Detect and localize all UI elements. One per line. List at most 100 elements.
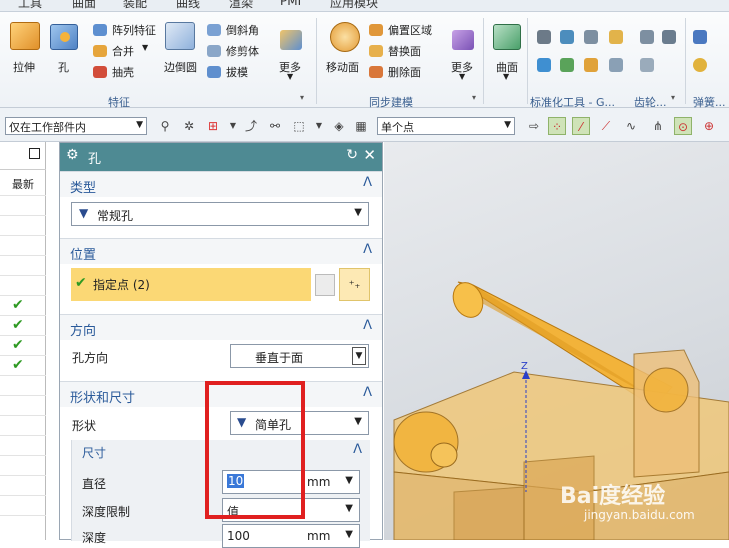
gear-tool-icon[interactable] bbox=[662, 30, 676, 44]
tool-icon[interactable] bbox=[560, 58, 574, 72]
tool-icon[interactable] bbox=[609, 30, 623, 44]
depth-field[interactable]: 100 mm ▼ bbox=[222, 524, 360, 548]
trim-body-button[interactable]: 修剪体 bbox=[226, 43, 259, 59]
restore-icon[interactable] bbox=[29, 148, 40, 159]
tool-icon[interactable] bbox=[560, 30, 574, 44]
hole-type-value: 常规孔 bbox=[97, 209, 134, 223]
menu-assembly[interactable]: 装配 bbox=[123, 0, 147, 11]
list-item[interactable]: ✔ bbox=[0, 296, 46, 316]
hole-type-select[interactable]: ▼ 常规孔 ▼ bbox=[71, 202, 369, 226]
list-item[interactable] bbox=[0, 456, 46, 476]
snap-midpoint-icon[interactable]: ⟋ bbox=[597, 117, 615, 135]
diameter-label: 直径 bbox=[82, 477, 107, 491]
graphics-viewport[interactable]: Z Bai度经验 jingyan.baidu.com bbox=[384, 142, 729, 540]
snap-endpoint-icon[interactable]: ⁄ bbox=[572, 117, 590, 135]
dialog-title-bar: ⚙ 孔 ↻ ✕ bbox=[60, 143, 382, 171]
select-filter-icon[interactable]: ⊞ bbox=[204, 117, 222, 135]
spring-tool-icon[interactable] bbox=[693, 58, 707, 72]
list-item[interactable] bbox=[0, 276, 46, 296]
gear-icon[interactable]: ⚙ bbox=[66, 147, 79, 163]
hole-direction-select[interactable]: 垂直于面 ▼ bbox=[230, 344, 369, 368]
section-position-header[interactable]: 位置 ᐱ bbox=[60, 238, 382, 264]
hole-direction-value: 垂直于面 bbox=[255, 351, 304, 365]
unite-dropdown-icon[interactable]: ▼ bbox=[142, 43, 148, 52]
list-item[interactable] bbox=[0, 376, 46, 396]
collapse-icon[interactable]: ᐱ bbox=[363, 318, 372, 333]
tool-icon[interactable] bbox=[609, 58, 623, 72]
menu-curve[interactable]: 曲线 bbox=[176, 0, 200, 11]
snap-quadrant-icon[interactable]: ⊕ bbox=[700, 117, 718, 135]
draft-button[interactable]: 拔模 bbox=[226, 64, 248, 80]
section-direction-header[interactable]: 方向 ᐱ bbox=[60, 314, 382, 340]
menu-surface[interactable]: 曲面 bbox=[72, 0, 96, 11]
move-face-icon bbox=[330, 22, 360, 52]
select-sheet-icon[interactable]: ▦ bbox=[352, 117, 370, 135]
depth-label: 深度 bbox=[82, 531, 107, 545]
chevron-down-icon: ▼ bbox=[354, 207, 362, 218]
sketch-section-icon[interactable] bbox=[315, 274, 335, 296]
gear-tool-icon[interactable] bbox=[640, 30, 654, 44]
menu-pmi[interactable]: PMI bbox=[280, 0, 301, 8]
group-sync-expand-icon[interactable]: ▾ bbox=[472, 93, 476, 102]
list-item[interactable] bbox=[0, 436, 46, 456]
group-gear-expand-icon[interactable]: ▾ bbox=[671, 93, 675, 102]
list-item[interactable] bbox=[0, 476, 46, 496]
rectangle-select-icon[interactable]: ⬚ bbox=[290, 117, 308, 135]
list-item[interactable]: ✔ bbox=[0, 356, 46, 376]
select-face-icon[interactable]: ⚯ bbox=[266, 117, 284, 135]
menu-application[interactable]: 应用模块 bbox=[330, 0, 378, 11]
collapse-icon[interactable]: ᐱ bbox=[363, 175, 372, 190]
group-feature-expand-icon[interactable]: ▾ bbox=[300, 93, 304, 102]
chamfer-button[interactable]: 倒斜角 bbox=[226, 22, 259, 38]
collapse-icon[interactable]: ᐱ bbox=[363, 385, 372, 400]
section-type-header[interactable]: 类型 ᐱ bbox=[60, 171, 382, 197]
gear-tool-icon[interactable] bbox=[640, 58, 654, 72]
snap-point-dropdown[interactable]: 单个点 ▼ bbox=[377, 117, 515, 135]
replace-face-button[interactable]: 替换面 bbox=[388, 43, 421, 59]
tool-icon[interactable] bbox=[537, 58, 551, 72]
collapse-icon[interactable]: ᐱ bbox=[353, 442, 362, 457]
snap-control-icon[interactable]: ∿ bbox=[622, 117, 640, 135]
list-item[interactable] bbox=[0, 256, 46, 276]
group-separator bbox=[527, 18, 528, 104]
chevron-down-icon: ▼ bbox=[504, 120, 511, 130]
list-item[interactable]: ✔ bbox=[0, 336, 46, 356]
unite-button[interactable]: 合并 bbox=[112, 43, 134, 59]
arrow-right-icon[interactable]: ⇨ bbox=[525, 117, 543, 135]
close-icon[interactable]: ✕ bbox=[363, 146, 376, 164]
rectangle-dropdown-icon[interactable]: ▼ bbox=[310, 117, 328, 135]
snap-intersection-icon[interactable]: ⋔ bbox=[649, 117, 667, 135]
list-item[interactable] bbox=[0, 496, 46, 516]
snap-arc-center-icon[interactable]: ⊙ bbox=[674, 117, 692, 135]
tool-icon[interactable] bbox=[584, 58, 598, 72]
list-item[interactable] bbox=[0, 416, 46, 436]
more-sync-dropdown-icon: ▼ bbox=[459, 72, 466, 81]
snap-enable-icon[interactable]: ⁘ bbox=[548, 117, 566, 135]
collapse-icon[interactable]: ᐱ bbox=[363, 242, 372, 257]
delete-face-button[interactable]: 删除面 bbox=[388, 64, 421, 80]
latest-column-header: 最新 bbox=[12, 178, 34, 191]
offset-region-button[interactable]: 偏置区域 bbox=[388, 22, 432, 38]
tool-icon[interactable] bbox=[584, 30, 598, 44]
reset-icon[interactable]: ↻ bbox=[346, 147, 358, 163]
select-feature-icon[interactable]: ⚲ bbox=[156, 117, 174, 135]
select-body-icon[interactable]: ✲ bbox=[180, 117, 198, 135]
spring-tool-icon[interactable] bbox=[693, 30, 707, 44]
tool-icon[interactable] bbox=[537, 30, 551, 44]
select-edge-icon[interactable]: ⤴ bbox=[242, 117, 260, 135]
filter-dropdown-icon[interactable]: ▼ bbox=[224, 117, 242, 135]
shell-button[interactable]: 抽壳 bbox=[112, 64, 134, 80]
selection-scope-dropdown[interactable]: 仅在工作部件内 ▼ bbox=[5, 117, 147, 135]
chevron-down-icon: ▼ bbox=[345, 503, 353, 514]
list-item[interactable] bbox=[0, 236, 46, 256]
specify-point-row[interactable]: ✔ 指定点 (2) bbox=[71, 268, 311, 301]
list-item[interactable] bbox=[0, 216, 46, 236]
list-item[interactable] bbox=[0, 196, 46, 216]
list-item[interactable]: ✔ bbox=[0, 316, 46, 336]
select-solid-icon[interactable]: ◈ bbox=[330, 117, 348, 135]
list-item[interactable] bbox=[0, 396, 46, 416]
menu-render[interactable]: 渲染 bbox=[229, 0, 253, 11]
pattern-feature-button[interactable]: 阵列特征 bbox=[112, 22, 156, 38]
point-dialog-icon[interactable]: ⁺₊ bbox=[339, 268, 370, 301]
menu-tools[interactable]: 工具 bbox=[18, 0, 42, 11]
